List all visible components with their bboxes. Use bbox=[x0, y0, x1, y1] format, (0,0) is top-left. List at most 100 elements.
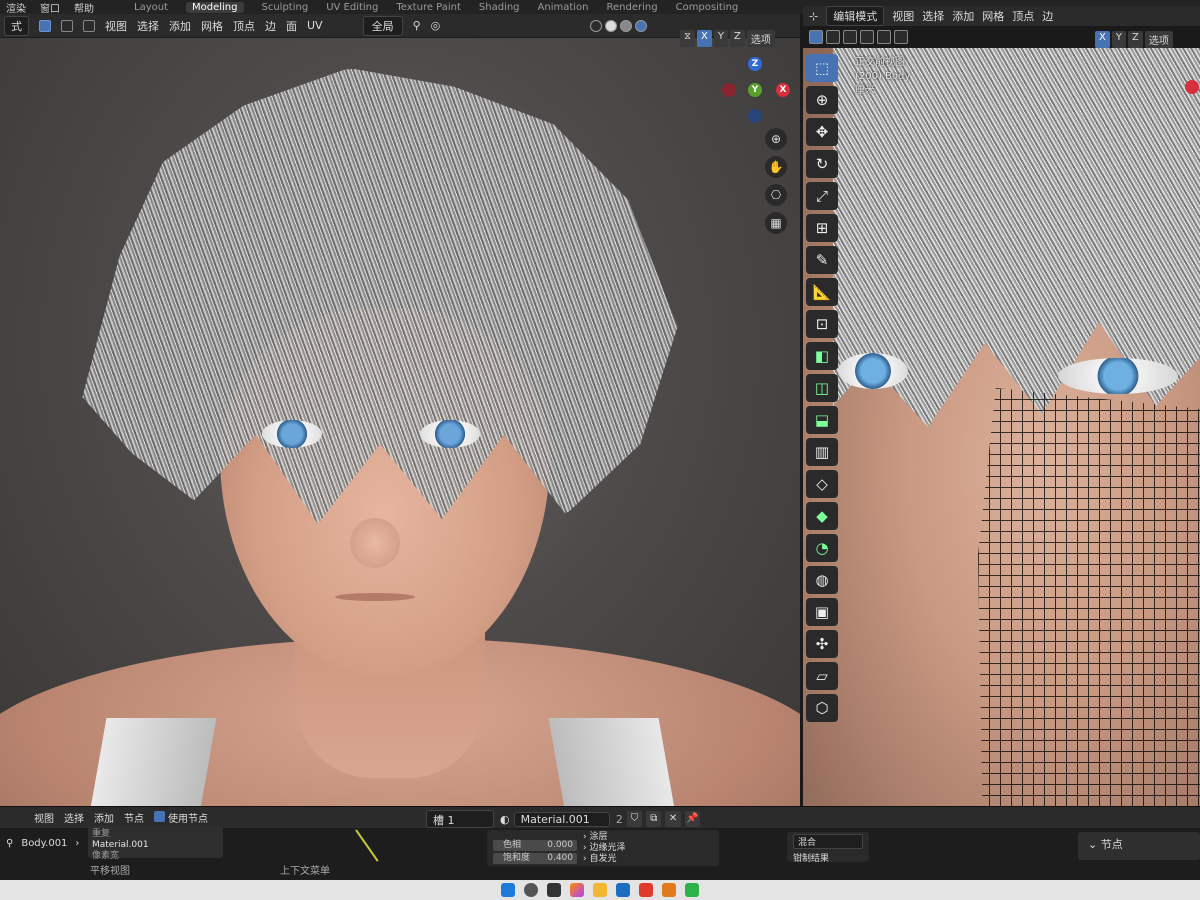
tab-animation[interactable]: Animation bbox=[538, 2, 589, 13]
edge-select-mode[interactable] bbox=[61, 19, 73, 32]
r-menu-add[interactable]: 添加 bbox=[952, 8, 974, 24]
smooth-icon[interactable]: ◍ bbox=[806, 566, 838, 594]
mix-mode-dropdown[interactable]: 混合 bbox=[793, 834, 863, 849]
menu-uv[interactable]: UV bbox=[307, 19, 323, 32]
menu-help[interactable]: 帮助 bbox=[74, 0, 94, 15]
r-select-mode-2[interactable] bbox=[843, 30, 857, 44]
node-menu-add[interactable]: 添加 bbox=[94, 810, 114, 825]
gizmo-z[interactable]: Z bbox=[748, 57, 762, 71]
node-menu-node[interactable]: 节点 bbox=[124, 810, 144, 825]
menu-render[interactable]: 渲染 bbox=[6, 0, 26, 15]
right-gizmo-x[interactable] bbox=[1185, 80, 1199, 94]
axis-y-toggle[interactable]: Y bbox=[713, 30, 728, 47]
menu-add[interactable]: 添加 bbox=[169, 18, 191, 34]
blender-icon[interactable] bbox=[662, 883, 676, 897]
menu-mesh[interactable]: 网格 bbox=[201, 18, 223, 34]
right-viewport[interactable] bbox=[803, 48, 1200, 806]
gizmo-y[interactable]: Y bbox=[748, 83, 762, 97]
start-icon[interactable] bbox=[501, 883, 515, 897]
sidebar-node-panel[interactable]: ⌄ 节点 bbox=[1078, 832, 1200, 860]
mirror-icon[interactable]: ⧖ bbox=[680, 30, 696, 47]
tab-modeling[interactable]: Modeling bbox=[186, 1, 244, 13]
copilot-icon[interactable] bbox=[570, 883, 584, 897]
zoom-icon[interactable]: ⊕ bbox=[765, 128, 787, 150]
rendered-shading-icon[interactable] bbox=[635, 19, 648, 32]
tab-sculpting[interactable]: Sculpting bbox=[262, 2, 309, 13]
duplicate-icon[interactable]: ⧉ bbox=[646, 811, 662, 827]
clamp-checkbox[interactable]: 钳制结果 bbox=[793, 851, 863, 864]
options-dropdown[interactable]: 选项 bbox=[746, 30, 775, 47]
r-menu-select[interactable]: 选择 bbox=[922, 8, 944, 24]
node-menu-select[interactable]: 选择 bbox=[64, 810, 84, 825]
navigation-gizmo[interactable]: Z Y X bbox=[720, 55, 790, 125]
menu-select[interactable]: 选择 bbox=[137, 18, 159, 34]
menu-vertex[interactable]: 顶点 bbox=[233, 18, 255, 34]
pin-icon[interactable]: 📌 bbox=[684, 811, 700, 827]
edit-mode-dropdown[interactable]: 编辑模式 bbox=[826, 6, 885, 26]
mode-dropdown[interactable]: 式 bbox=[4, 15, 29, 36]
edge-slide-icon[interactable]: ▣ bbox=[806, 598, 838, 626]
breadcrumb-object[interactable]: Body.001 bbox=[21, 838, 67, 849]
section-emission[interactable]: › 自发光 bbox=[583, 854, 625, 865]
face-select-mode[interactable] bbox=[83, 19, 95, 32]
tab-rendering[interactable]: Rendering bbox=[607, 2, 658, 13]
hue-field[interactable]: 色相 0.000 bbox=[493, 840, 577, 851]
mix-node[interactable]: 混合 钳制结果 bbox=[787, 832, 869, 864]
r-select-mode-4[interactable] bbox=[877, 30, 891, 44]
r-options-dropdown[interactable]: 选项 bbox=[1144, 31, 1173, 48]
orientation-dropdown[interactable]: 全局 bbox=[362, 15, 403, 36]
material-name-field[interactable]: Material.001 bbox=[513, 811, 610, 827]
hsv-node[interactable]: 色相 0.000 饱和度 0.400 › 涂层 › 边缘光泽 › 自发光 bbox=[487, 830, 719, 866]
gizmo-x[interactable]: X bbox=[776, 83, 790, 97]
menu-face[interactable]: 面 bbox=[286, 18, 297, 34]
mat-node-name[interactable]: Material.001 bbox=[92, 840, 219, 850]
saturation-field[interactable]: 饱和度 0.400 bbox=[493, 853, 577, 864]
menu-view[interactable]: 视图 bbox=[105, 18, 127, 34]
section-sheen[interactable]: › 边缘光泽 bbox=[583, 843, 625, 854]
solid-shading-icon[interactable] bbox=[605, 19, 618, 32]
unlink-icon[interactable]: ✕ bbox=[665, 811, 681, 827]
gizmo-neg-x[interactable] bbox=[722, 83, 736, 97]
tab-uv-editing[interactable]: UV Editing bbox=[326, 2, 378, 13]
r-select-box[interactable] bbox=[809, 30, 823, 44]
r-menu-view[interactable]: 视图 bbox=[892, 8, 914, 24]
shrink-fatten-icon[interactable]: ✣ bbox=[806, 630, 838, 658]
menu-edge[interactable]: 边 bbox=[265, 18, 276, 34]
proportional-icon[interactable]: ◎ bbox=[431, 19, 441, 32]
search-icon[interactable] bbox=[524, 883, 538, 897]
node-menu-view[interactable]: 视图 bbox=[34, 810, 54, 825]
editor-type-icon[interactable]: ⊹ bbox=[809, 10, 818, 23]
transform-icon[interactable]: ⊞ bbox=[806, 214, 838, 242]
material-sphere-icon[interactable]: ◐ bbox=[500, 813, 510, 826]
rotate-icon[interactable]: ↻ bbox=[806, 150, 838, 178]
rip-icon[interactable]: ⬡ bbox=[806, 694, 838, 722]
scale-icon[interactable]: ⤢ bbox=[806, 182, 838, 210]
tab-shading[interactable]: Shading bbox=[479, 2, 520, 13]
wireframe-shading-icon[interactable] bbox=[590, 19, 603, 32]
cursor-icon[interactable]: ⊕ bbox=[806, 86, 838, 114]
r-axis-x-toggle[interactable]: X bbox=[1095, 31, 1110, 48]
loop-cut-icon[interactable]: ▥ bbox=[806, 438, 838, 466]
store-icon[interactable] bbox=[616, 883, 630, 897]
r-menu-mesh[interactable]: 网格 bbox=[982, 8, 1004, 24]
hand-icon[interactable]: ✋ bbox=[765, 156, 787, 178]
section-coat[interactable]: › 涂层 bbox=[583, 832, 625, 843]
gizmo-neg-z[interactable] bbox=[748, 109, 762, 123]
measure-icon[interactable]: 📐 bbox=[806, 278, 838, 306]
fake-user-icon[interactable]: ⛉ bbox=[626, 811, 643, 827]
r-select-mode-3[interactable] bbox=[860, 30, 874, 44]
r-menu-vertex[interactable]: 顶点 bbox=[1012, 8, 1034, 24]
spin-icon[interactable]: ◔ bbox=[806, 534, 838, 562]
bevel-icon[interactable]: ⬓ bbox=[806, 406, 838, 434]
grid-icon[interactable]: ▦ bbox=[765, 212, 787, 234]
r-select-mode-1[interactable] bbox=[826, 30, 840, 44]
axis-x-toggle[interactable]: X bbox=[697, 30, 712, 47]
add-cube-icon[interactable]: ⊡ bbox=[806, 310, 838, 338]
material-node[interactable]: 重复 Material.001 像素宽 bbox=[88, 826, 223, 861]
r-axis-z-toggle[interactable]: Z bbox=[1127, 31, 1143, 48]
snap-icon[interactable]: ⚲ bbox=[413, 19, 421, 32]
tab-texture-paint[interactable]: Texture Paint bbox=[396, 2, 461, 13]
slot-dropdown[interactable]: 槽 1 bbox=[426, 810, 494, 828]
extrude-icon[interactable]: ◧ bbox=[806, 342, 838, 370]
knife-icon[interactable]: ◇ bbox=[806, 470, 838, 498]
